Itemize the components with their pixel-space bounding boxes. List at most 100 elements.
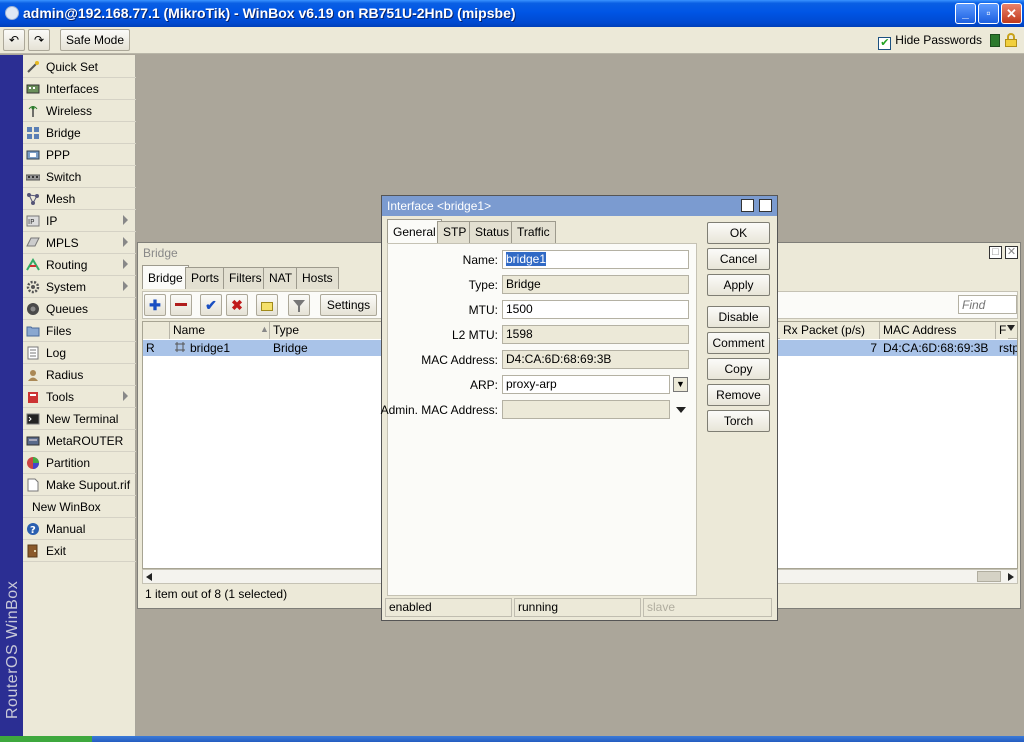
copy-button[interactable]: Copy xyxy=(707,358,770,380)
sidebar-item-ppp[interactable]: PPP xyxy=(23,144,136,166)
title-bar[interactable]: admin@192.168.77.1 (MikroTik) - WinBox v… xyxy=(0,0,1024,27)
dialog-titlebar[interactable]: Interface <bridge1> □ ✕ xyxy=(382,196,777,216)
mac-value: D4:CA:6D:68:69:3B xyxy=(502,350,689,369)
mtu-input[interactable]: 1500 xyxy=(502,300,689,319)
tab-bridge[interactable]: Bridge xyxy=(142,265,189,289)
sidebar-item-quick-set[interactable]: Quick Set xyxy=(23,56,136,78)
sidebar-item-interfaces[interactable]: Interfaces xyxy=(23,78,136,100)
sidebar-item-ip[interactable]: IP IP xyxy=(23,210,136,232)
sidebar-item-partition[interactable]: Partition xyxy=(23,452,136,474)
sidebar-item-files[interactable]: Files xyxy=(23,320,136,342)
tab-hosts[interactable]: Hosts xyxy=(296,267,339,289)
apply-button[interactable]: Apply xyxy=(707,274,770,296)
sidebar-item-exit[interactable]: Exit xyxy=(23,540,136,562)
sidebar-item-radius[interactable]: Radius xyxy=(23,364,136,386)
name-input[interactable]: bridge1 xyxy=(502,250,689,269)
arp-dropdown-icon[interactable]: ▼ xyxy=(673,377,688,392)
type-value: Bridge xyxy=(502,275,689,294)
sidebar-item-switch[interactable]: Switch xyxy=(23,166,136,188)
dialog-maximize-button[interactable]: □ xyxy=(741,199,754,212)
disable-button[interactable]: ✖ xyxy=(226,294,248,316)
hide-passwords-toggle[interactable]: ✔ Hide Passwords xyxy=(878,33,982,50)
tab-nat[interactable]: NAT xyxy=(263,267,299,289)
tab-ports[interactable]: Ports xyxy=(185,267,226,289)
redo-button[interactable]: ↷ xyxy=(28,29,50,51)
sidebar-item-make-supout[interactable]: Make Supout.rif xyxy=(23,474,136,496)
start-button[interactable] xyxy=(0,736,92,742)
tab-traffic[interactable]: Traffic xyxy=(511,221,556,243)
comment-button[interactable] xyxy=(256,294,278,316)
radius-icon xyxy=(28,370,38,381)
dialog-tabs: General STP Status Traffic xyxy=(387,219,587,243)
status-running: running xyxy=(514,598,641,617)
admin-mac-label: Admin. MAC Address: xyxy=(380,403,498,417)
sidebar-item-manual[interactable]: ? Manual xyxy=(23,518,136,540)
winbox-app-icon xyxy=(5,6,19,20)
hide-passwords-label: Hide Passwords xyxy=(895,33,982,47)
ok-button[interactable]: OK xyxy=(707,222,770,244)
tab-stp[interactable]: STP xyxy=(437,221,473,243)
col-flag[interactable] xyxy=(143,322,170,339)
safe-mode-button[interactable]: Safe Mode xyxy=(60,29,130,51)
sidebar-item-wireless[interactable]: Wireless xyxy=(23,100,136,122)
find-input[interactable] xyxy=(958,295,1017,314)
sidebar-item-mesh[interactable]: Mesh xyxy=(23,188,136,210)
sidebar-item-queues[interactable]: Queues xyxy=(23,298,136,320)
bridge-close-button[interactable]: ✕ xyxy=(1005,246,1018,259)
sidebar-item-metarouter[interactable]: MetaROUTER xyxy=(23,430,136,452)
sidebar-item-new-terminal[interactable]: New Terminal xyxy=(23,408,136,430)
sidebar-item-tools[interactable]: Tools xyxy=(23,386,136,408)
sidebar-item-new-winbox[interactable]: New WinBox xyxy=(23,496,136,518)
cancel-button[interactable]: Cancel xyxy=(707,248,770,270)
col-name[interactable]: Name xyxy=(170,322,270,339)
add-button[interactable]: ✚ xyxy=(144,294,166,316)
settings-button[interactable]: Settings xyxy=(320,294,377,316)
scroll-right-icon[interactable] xyxy=(1008,573,1014,581)
row-extra: rstp xyxy=(999,341,1018,355)
metarouter-icon xyxy=(26,436,40,446)
tab-general[interactable]: General xyxy=(387,219,442,243)
sidebar-item-system[interactable]: System xyxy=(23,276,136,298)
partition-icon xyxy=(27,457,39,469)
admin-mac-input[interactable] xyxy=(502,400,670,419)
arp-select[interactable]: proxy-arp xyxy=(502,375,670,394)
sidebar-item-log[interactable]: Log xyxy=(23,342,136,364)
help-icon: ? xyxy=(27,523,39,536)
bridge-icon xyxy=(27,127,39,139)
main-toolbar: ↶ ↷ Safe Mode ✔ Hide Passwords xyxy=(0,27,1024,54)
comment-button[interactable]: Comment xyxy=(707,332,770,354)
col-mac-address[interactable]: MAC Address xyxy=(880,322,996,339)
enable-button[interactable]: ✔ xyxy=(200,294,222,316)
hide-passwords-checkbox[interactable]: ✔ xyxy=(878,37,892,50)
col-type[interactable]: Type xyxy=(270,322,382,339)
remove-button[interactable] xyxy=(170,294,192,316)
svg-text:IP: IP xyxy=(28,218,34,226)
columns-dropdown-icon[interactable] xyxy=(1007,325,1015,331)
col-rx-packet[interactable]: Rx Packet (p/s) xyxy=(780,322,880,339)
filter-button[interactable] xyxy=(288,294,310,316)
sidebar-item-mpls[interactable]: MPLS xyxy=(23,232,136,254)
undo-button[interactable]: ↶ xyxy=(3,29,25,51)
ppp-icon xyxy=(26,150,40,160)
minimize-button[interactable]: _ xyxy=(955,3,976,24)
torch-button[interactable]: Torch xyxy=(707,410,770,432)
brand-bar: RouterOS WinBox xyxy=(0,55,23,736)
sidebar-item-routing[interactable]: Routing xyxy=(23,254,136,276)
remove-button[interactable]: Remove xyxy=(707,384,770,406)
sidebar-item-bridge[interactable]: Bridge xyxy=(23,122,136,144)
scroll-left-icon[interactable] xyxy=(146,573,152,581)
maximize-button[interactable]: ▫ xyxy=(978,3,999,24)
tab-status[interactable]: Status xyxy=(469,221,516,243)
close-button[interactable]: ✕ xyxy=(1001,3,1022,24)
connection-status-icon xyxy=(990,34,1000,47)
bridge-maximize-button[interactable]: □ xyxy=(989,246,1002,259)
queues-icon xyxy=(27,303,39,315)
admin-mac-dropdown-icon[interactable] xyxy=(676,407,686,413)
terminal-icon xyxy=(26,413,40,425)
row-type: Bridge xyxy=(273,341,308,355)
interfaces-icon xyxy=(26,84,40,94)
disable-button[interactable]: Disable xyxy=(707,306,770,328)
dialog-close-button[interactable]: ✕ xyxy=(759,199,772,212)
tab-filters[interactable]: Filters xyxy=(223,267,268,289)
scroll-thumb[interactable] xyxy=(977,571,1001,582)
